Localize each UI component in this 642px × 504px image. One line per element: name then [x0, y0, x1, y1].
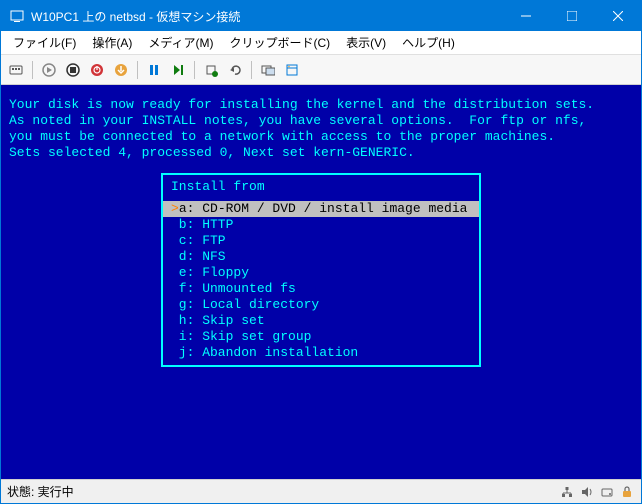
checkpoint-button[interactable]: [200, 59, 222, 81]
minimize-button[interactable]: [503, 1, 549, 31]
menu-item-g[interactable]: g: Local directory: [163, 297, 479, 313]
maximize-button[interactable]: [549, 1, 595, 31]
turnoff-button[interactable]: [62, 59, 84, 81]
menu-item-e[interactable]: e: Floppy: [163, 265, 479, 281]
menu-action[interactable]: 操作(A): [84, 32, 140, 53]
terminal-line: As noted in your INSTALL notes, you have…: [9, 113, 633, 129]
terminal-line: Your disk is now ready for installing th…: [9, 97, 633, 113]
network-icon: [559, 484, 575, 500]
save-button[interactable]: [110, 59, 132, 81]
menu-item-b[interactable]: b: HTTP: [163, 217, 479, 233]
speaker-icon: [579, 484, 595, 500]
terminal-line: Sets selected 4, processed 0, Next set k…: [9, 145, 633, 161]
close-button[interactable]: [595, 1, 641, 31]
menu-title: Install from: [163, 179, 479, 201]
pause-button[interactable]: [143, 59, 165, 81]
menubar: ファイル(F) 操作(A) メディア(M) クリップボード(C) 表示(V) ヘ…: [1, 31, 641, 55]
drive-icon: [599, 484, 615, 500]
share-button[interactable]: [281, 59, 303, 81]
window-title: W10PC1 上の netbsd - 仮想マシン接続: [31, 8, 503, 25]
menu-item-f[interactable]: f: Unmounted fs: [163, 281, 479, 297]
vm-window: W10PC1 上の netbsd - 仮想マシン接続 ファイル(F) 操作(A)…: [0, 0, 642, 504]
toolbar: [1, 55, 641, 85]
separator: [251, 61, 252, 79]
window-controls: [503, 1, 641, 31]
lock-icon: [619, 484, 635, 500]
status-icons: [559, 484, 635, 500]
menu-item-j[interactable]: j: Abandon installation: [163, 345, 479, 361]
separator: [194, 61, 195, 79]
separator: [137, 61, 138, 79]
menu-media[interactable]: メディア(M): [140, 32, 221, 53]
menu-help[interactable]: ヘルプ(H): [394, 32, 463, 53]
menu-item-c[interactable]: c: FTP: [163, 233, 479, 249]
menu-clipboard[interactable]: クリップボード(C): [221, 32, 338, 53]
enhanced-session-button[interactable]: [257, 59, 279, 81]
revert-button[interactable]: [224, 59, 246, 81]
install-menu: Install from >a: CD-ROM / DVD / install …: [161, 173, 481, 367]
titlebar: W10PC1 上の netbsd - 仮想マシン接続: [1, 1, 641, 31]
menu-item-d[interactable]: d: NFS: [163, 249, 479, 265]
menu-item-i[interactable]: i: Skip set group: [163, 329, 479, 345]
menu-view[interactable]: 表示(V): [338, 32, 394, 53]
vm-icon: [9, 8, 25, 24]
menu-file[interactable]: ファイル(F): [5, 32, 84, 53]
ctrl-alt-del-button[interactable]: [5, 59, 27, 81]
separator: [32, 61, 33, 79]
statusbar: 状態: 実行中: [1, 479, 641, 503]
menu-item-h[interactable]: h: Skip set: [163, 313, 479, 329]
shutdown-button[interactable]: [86, 59, 108, 81]
status-text: 状態: 実行中: [7, 483, 559, 500]
reset-button[interactable]: [167, 59, 189, 81]
menu-item-a[interactable]: >a: CD-ROM / DVD / install image media: [163, 201, 479, 217]
terminal[interactable]: Your disk is now ready for installing th…: [1, 85, 641, 479]
terminal-line: you must be connected to a network with …: [9, 129, 633, 145]
start-button[interactable]: [38, 59, 60, 81]
